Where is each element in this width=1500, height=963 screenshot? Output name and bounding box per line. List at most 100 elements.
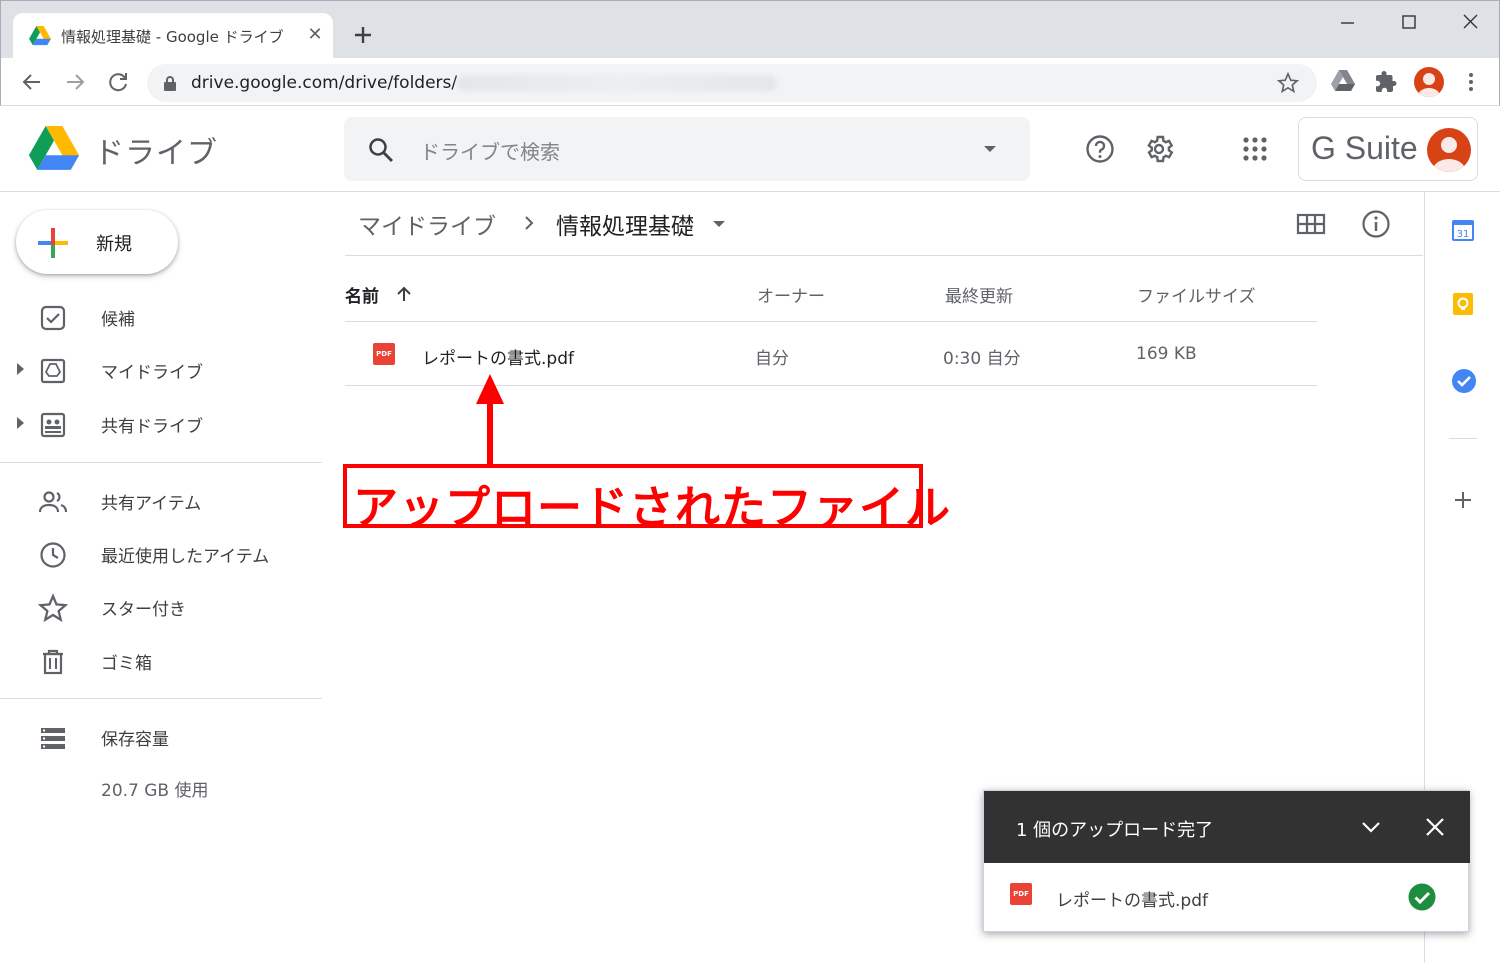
new-plus-icon [36, 226, 70, 260]
my-drive-icon [38, 356, 68, 386]
close-icon[interactable] [1424, 816, 1446, 838]
sidebar-item-recent[interactable]: 最近使用したアイテム [0, 528, 320, 578]
add-addon-icon[interactable] [1453, 490, 1473, 510]
window-close-icon[interactable] [1451, 9, 1491, 37]
search-input[interactable]: ドライブで検索 [420, 136, 560, 165]
tasks-icon[interactable] [1451, 368, 1477, 394]
shared-drives-icon [38, 410, 68, 440]
sidebar-item-starred[interactable]: スター付き [0, 581, 320, 631]
storage-used-text: 20.7 GB 使用 [101, 781, 209, 801]
url-text: drive.google.com/drive/folders/ [191, 73, 458, 93]
content-divider [345, 255, 1423, 256]
upload-complete-check-icon [1408, 883, 1436, 911]
sidebar-item-label: 候補 [101, 310, 135, 330]
sidebar-divider [0, 462, 322, 463]
file-modified: 0:30 自分 [943, 349, 1021, 369]
upload-panel-header: 1 個のアップロード完了 [984, 791, 1470, 863]
drive-favicon-icon [29, 26, 51, 46]
help-icon[interactable] [1084, 133, 1116, 165]
keep-icon[interactable] [1451, 292, 1475, 316]
search-bar[interactable]: ドライブで検索 [344, 117, 1030, 181]
trash-icon [38, 647, 68, 677]
search-options-dropdown-icon[interactable] [982, 144, 998, 154]
annotation-label: アップロードされたファイル [353, 481, 952, 534]
collapse-chevron-icon[interactable] [1360, 816, 1382, 838]
maximize-icon[interactable] [1389, 9, 1429, 37]
sidebar-item-suggested[interactable]: 候補 [0, 291, 320, 341]
sidebar-item-label: マイドライブ [101, 363, 203, 383]
annotation-arrow-icon [474, 374, 506, 466]
minimize-icon[interactable] [1327, 9, 1367, 37]
tab-title: 情報処理基礎 - Google ドライブ [61, 28, 284, 46]
reload-icon[interactable] [104, 68, 132, 96]
address-bar[interactable]: drive.google.com/drive/folders/ [147, 64, 1317, 102]
sidebar-divider [0, 698, 322, 699]
forward-icon[interactable] [61, 68, 89, 96]
drive-extension-icon[interactable] [1331, 70, 1355, 92]
gsuite-label: G Suite [1311, 130, 1418, 166]
new-button[interactable]: 新規 [16, 210, 178, 274]
pdf-file-icon: PDF [373, 343, 395, 365]
sidebar-item-trash[interactable]: ゴミ箱 [0, 635, 320, 685]
lock-icon [163, 75, 177, 91]
upload-status-title: 1 個のアップロード完了 [1016, 820, 1214, 841]
upload-progress-panel: 1 個のアップロード完了 PDF レポートの書式.pdf [983, 790, 1470, 933]
profile-avatar[interactable] [1414, 67, 1444, 97]
column-name-header[interactable]: 名前 [345, 282, 379, 307]
sidebar-item-shared-with-me[interactable]: 共有アイテム [0, 475, 320, 525]
drive-header: ドライブ ドライブで検索 G Suite [0, 106, 1500, 192]
breadcrumb-separator-icon [520, 214, 538, 232]
drive-logo-icon[interactable] [28, 126, 80, 172]
sidebar-item-label: スター付き [101, 600, 186, 620]
star-icon [38, 593, 68, 623]
expand-caret-icon[interactable] [17, 363, 24, 375]
new-button-label: 新規 [96, 234, 132, 255]
breadcrumb-my-drive[interactable]: マイドライブ [358, 207, 496, 241]
drive-title: ドライブ [94, 136, 218, 171]
url-redacted [457, 75, 777, 91]
account-avatar[interactable] [1427, 128, 1471, 172]
sidebar-item-label: ゴミ箱 [101, 654, 152, 674]
browser-toolbar: drive.google.com/drive/folders/ [0, 58, 1500, 106]
storage-icon [38, 723, 68, 753]
new-tab-icon[interactable] [349, 21, 377, 49]
search-icon[interactable] [368, 137, 394, 163]
gsuite-account-button[interactable]: G Suite [1298, 117, 1478, 181]
column-size-header[interactable]: ファイルサイズ [1137, 282, 1256, 307]
sidebar-item-storage[interactable]: 保存容量 [0, 711, 320, 761]
settings-gear-icon[interactable] [1143, 133, 1175, 165]
extensions-puzzle-icon[interactable] [1374, 70, 1398, 94]
sidebar-item-label: 共有アイテム [101, 494, 202, 514]
column-modified-header[interactable]: 最終更新 [945, 282, 1013, 307]
side-panel-divider [1449, 438, 1477, 439]
sidebar-item-shared-drives[interactable]: 共有ドライブ [0, 398, 320, 448]
sort-ascending-arrow-icon[interactable] [395, 285, 413, 303]
breadcrumb-current-folder[interactable]: 情報処理基礎 [556, 207, 694, 241]
browser-menu-icon[interactable] [1459, 70, 1483, 94]
suggested-icon [38, 303, 68, 333]
browser-tab[interactable]: 情報処理基礎 - Google ドライブ ✕ [13, 13, 333, 59]
bookmark-star-icon[interactable] [1277, 72, 1299, 94]
info-icon[interactable] [1360, 208, 1392, 240]
back-icon[interactable] [18, 68, 46, 96]
apps-grid-icon[interactable] [1241, 135, 1269, 163]
sidebar-item-my-drive[interactable]: マイドライブ [0, 344, 320, 394]
tab-close-icon[interactable]: ✕ [303, 23, 327, 47]
sidebar-item-label: 保存容量 [101, 730, 169, 750]
sidebar-item-label: 共有ドライブ [101, 417, 203, 437]
file-size: 169 KB [1136, 344, 1197, 364]
file-name[interactable]: レポートの書式.pdf [422, 344, 574, 369]
sidebar-item-label: 最近使用したアイテム [101, 547, 270, 567]
column-owner-header[interactable]: オーナー [757, 282, 825, 307]
file-list-header: 名前 オーナー 最終更新 ファイルサイズ [345, 260, 1317, 322]
calendar-icon[interactable]: 31 [1451, 218, 1475, 242]
expand-caret-icon[interactable] [17, 417, 24, 429]
annotation-callout: アップロードされたファイル [343, 464, 950, 534]
file-owner: 自分 [755, 349, 789, 369]
upload-list-item[interactable]: PDF レポートの書式.pdf [984, 863, 1470, 933]
uploaded-file-name[interactable]: レポートの書式.pdf [1056, 886, 1208, 911]
svg-text:31: 31 [1457, 229, 1470, 240]
folder-menu-dropdown-icon[interactable] [712, 219, 726, 229]
grid-view-icon[interactable] [1296, 210, 1326, 238]
recent-icon [38, 540, 68, 570]
